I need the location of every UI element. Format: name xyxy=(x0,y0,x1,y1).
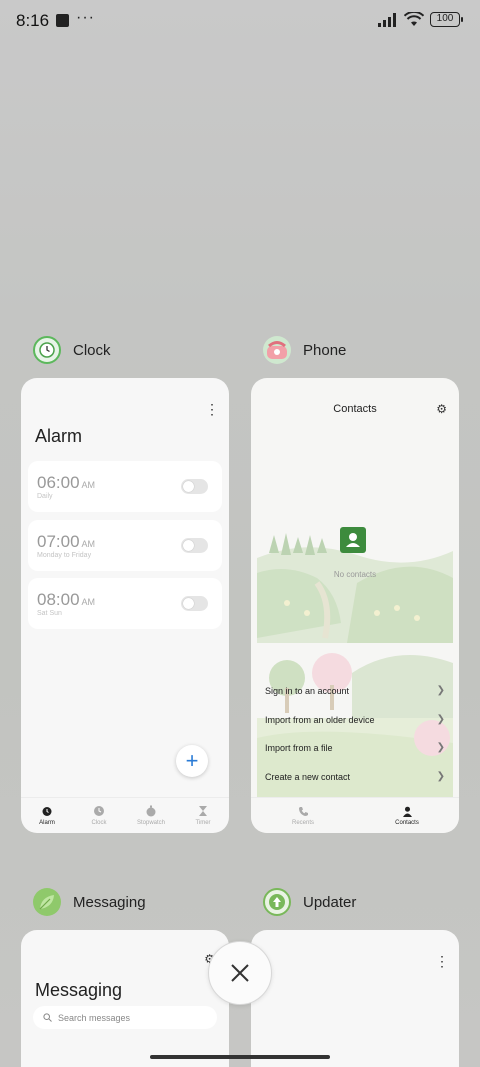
updater-app-card[interactable]: ⋮ xyxy=(251,930,459,1067)
phone-app-icon xyxy=(263,336,291,364)
alarm-toggle[interactable] xyxy=(181,479,208,494)
alarm-toggle[interactable] xyxy=(181,538,208,553)
alarm-time: 06:00 xyxy=(37,473,80,492)
search-input[interactable]: Search messages xyxy=(58,1013,130,1023)
clock-app-card[interactable]: ⋮ Alarm 06:00 AM Daily 07:00 AM Monday to … xyxy=(21,378,229,833)
tab-timer[interactable]: Timer xyxy=(177,798,229,833)
notification-icon xyxy=(56,14,69,27)
clock-app-icon xyxy=(33,336,61,364)
tab-label: Clock xyxy=(91,820,107,826)
phone-app-card[interactable]: Contacts ⚙ No contacts Sign in to an acc… xyxy=(251,378,459,833)
app-header-messaging[interactable]: Messaging xyxy=(33,888,146,916)
app-name: Phone xyxy=(303,341,347,359)
tab-label: Timer xyxy=(195,820,211,826)
alarm-row[interactable]: 06:00 AM Daily xyxy=(28,461,222,512)
tab-label: Recents xyxy=(291,819,314,826)
alarm-ampm: AM xyxy=(81,480,96,490)
app-name: Messaging xyxy=(73,893,146,911)
alarm-ampm: AM xyxy=(81,597,96,607)
status-icons: 100 xyxy=(378,12,463,27)
tab-clock[interactable]: Clock xyxy=(73,798,125,833)
chevron-right-icon: ❯ xyxy=(436,771,445,782)
app-name: Updater xyxy=(303,893,357,911)
contact-placeholder-icon xyxy=(340,527,366,553)
clock-icon xyxy=(94,806,104,816)
chevron-right-icon: ❯ xyxy=(436,714,445,725)
home-indicator[interactable] xyxy=(150,1055,330,1059)
add-alarm-button[interactable]: + xyxy=(176,745,208,777)
app-name: Clock xyxy=(73,341,111,359)
phone-icon xyxy=(298,806,308,816)
battery-icon: 100 xyxy=(430,12,463,27)
alarm-time: 07:00 xyxy=(37,532,80,551)
stopwatch-icon xyxy=(146,805,156,817)
menu-label: Import from a file xyxy=(265,743,333,753)
more-notifications-icon: ··· xyxy=(76,9,95,26)
page-title: Alarm xyxy=(35,426,83,446)
status-bar: 8:16 ··· 100 xyxy=(0,0,480,44)
wifi-icon xyxy=(404,12,424,26)
search-icon xyxy=(43,1013,52,1022)
alarm-row[interactable]: 07:00 AM Monday to Friday xyxy=(28,520,222,571)
tab-stopwatch[interactable]: Stopwatch xyxy=(125,798,177,833)
alarm-row[interactable]: 08:00 AM Sat Sun xyxy=(28,578,222,629)
alarm-time: 08:00 xyxy=(37,590,80,609)
alarm-repeat: Monday to Friday xyxy=(37,552,92,559)
app-header-phone[interactable]: Phone xyxy=(263,336,346,364)
menu-label: Import from an older device xyxy=(265,715,375,725)
app-header-updater[interactable]: Updater xyxy=(263,888,356,916)
page-title: Messaging xyxy=(35,980,123,1000)
menu-label: Create a new contact xyxy=(265,772,351,782)
timer-icon xyxy=(199,806,207,816)
search-bar[interactable]: Search messages xyxy=(33,1006,217,1029)
chevron-right-icon: ❯ xyxy=(436,685,445,696)
signal-icon xyxy=(378,12,396,27)
import-file-item[interactable]: Import from a file ❯ xyxy=(265,742,445,753)
alarm-toggle[interactable] xyxy=(181,596,208,611)
status-time: 8:16 xyxy=(16,11,50,30)
import-older-device-item[interactable]: Import from an older device ❯ xyxy=(265,714,445,725)
tab-contacts[interactable]: Contacts xyxy=(355,798,459,833)
person-icon xyxy=(402,806,412,817)
tab-label: Alarm xyxy=(39,820,55,826)
updater-app-icon xyxy=(263,888,291,916)
meadow-illustration xyxy=(257,513,453,798)
phone-bottom-tabs: Recents Contacts xyxy=(251,797,459,833)
alarm-repeat: Daily xyxy=(37,493,53,500)
tab-recents[interactable]: Recents xyxy=(251,798,355,833)
chevron-right-icon: ❯ xyxy=(436,742,445,753)
messaging-app-card[interactable]: ⚙ Messaging Search messages xyxy=(21,930,229,1067)
sign-in-item[interactable]: Sign in to an account ❯ xyxy=(265,685,445,696)
close-icon xyxy=(231,964,249,982)
clear-all-button[interactable] xyxy=(208,941,272,1005)
alarm-icon xyxy=(42,807,52,816)
page-title: Contacts xyxy=(333,403,377,415)
alarm-repeat: Sat Sun xyxy=(37,610,62,617)
alarm-ampm: AM xyxy=(81,539,96,549)
app-header-clock[interactable]: Clock xyxy=(33,336,111,364)
menu-label: Sign in to an account xyxy=(265,686,350,696)
tab-label: Contacts xyxy=(395,819,419,826)
empty-state-text: No contacts xyxy=(333,570,377,579)
messaging-app-icon xyxy=(33,888,61,916)
more-options-icon[interactable]: ⋮ xyxy=(205,402,219,416)
tab-alarm[interactable]: Alarm xyxy=(21,798,73,833)
create-contact-item[interactable]: Create a new contact ❯ xyxy=(265,771,445,782)
tab-label: Stopwatch xyxy=(136,820,166,826)
clock-bottom-tabs: Alarm Clock Stopwatch Timer xyxy=(21,797,229,833)
settings-icon[interactable]: ⚙ xyxy=(436,402,447,416)
more-options-icon[interactable]: ⋮ xyxy=(435,954,449,968)
